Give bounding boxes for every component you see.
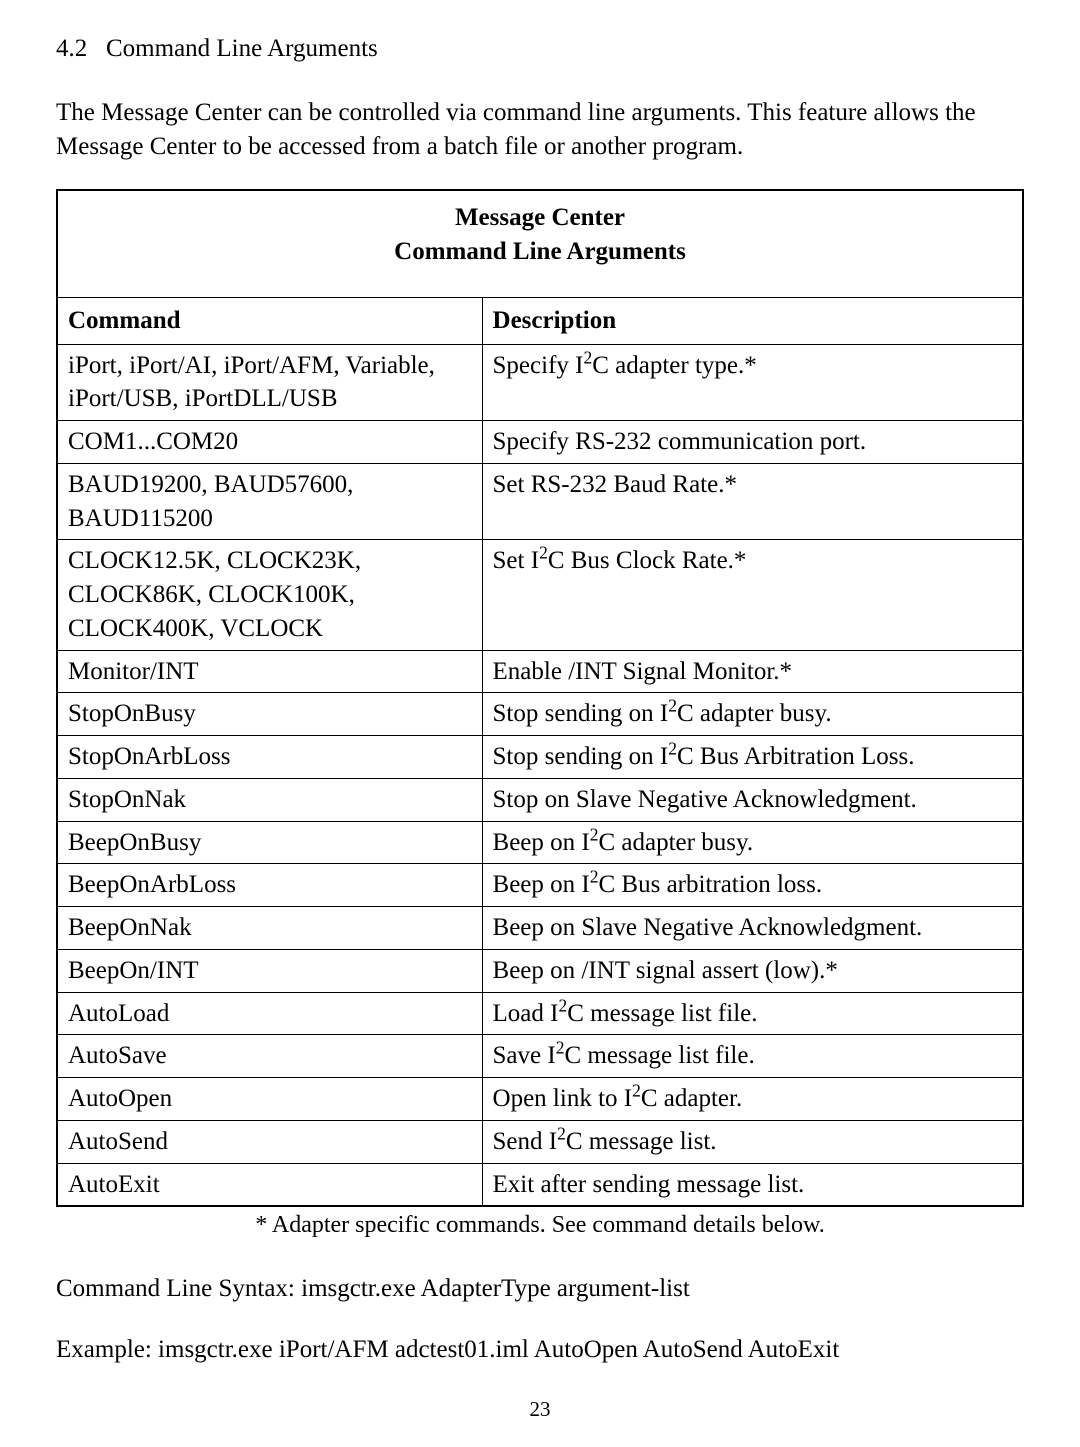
intro-paragraph: The Message Center can be controlled via… bbox=[56, 96, 1024, 164]
description-cell: Stop sending on I2C adapter busy. bbox=[482, 693, 1023, 736]
table-row: iPort, iPort/AI, iPort/AFM, Variable, iP… bbox=[57, 344, 1023, 421]
command-cell: BeepOn/INT bbox=[57, 949, 482, 992]
description-cell: Set RS-232 Baud Rate.* bbox=[482, 463, 1023, 540]
command-cell: iPort, iPort/AI, iPort/AFM, Variable, iP… bbox=[57, 344, 482, 421]
section-heading: 4.2 Command Line Arguments bbox=[56, 32, 1024, 66]
command-arguments-table: Message Center Command Line Arguments Co… bbox=[56, 189, 1024, 1207]
table-row: CLOCK12.5K, CLOCK23K, CLOCK86K, CLOCK100… bbox=[57, 540, 1023, 650]
syntax-line: Command Line Syntax: imsgctr.exe Adapter… bbox=[56, 1272, 1024, 1306]
command-cell: StopOnNak bbox=[57, 778, 482, 821]
table-row: BeepOnArbLossBeep on I2C Bus arbitration… bbox=[57, 864, 1023, 907]
table-header-command: Command bbox=[57, 297, 482, 344]
description-cell: Save I2C message list file. bbox=[482, 1035, 1023, 1078]
command-cell: AutoLoad bbox=[57, 992, 482, 1035]
page-number: 23 bbox=[56, 1395, 1024, 1423]
example-line: Example: imsgctr.exe iPort/AFM adctest01… bbox=[56, 1333, 1024, 1367]
description-cell: Beep on I2C adapter busy. bbox=[482, 821, 1023, 864]
table-row: BeepOn/INTBeep on /INT signal assert (lo… bbox=[57, 949, 1023, 992]
command-cell: BAUD19200, BAUD57600, BAUD115200 bbox=[57, 463, 482, 540]
table-row: BeepOnNakBeep on Slave Negative Acknowle… bbox=[57, 907, 1023, 950]
table-row: COM1...COM20Specify RS-232 communication… bbox=[57, 421, 1023, 464]
command-cell: StopOnBusy bbox=[57, 693, 482, 736]
description-cell: Load I2C message list file. bbox=[482, 992, 1023, 1035]
description-cell: Exit after sending message list. bbox=[482, 1163, 1023, 1206]
table-row: StopOnNakStop on Slave Negative Acknowle… bbox=[57, 778, 1023, 821]
command-cell: AutoExit bbox=[57, 1163, 482, 1206]
table-row: AutoSaveSave I2C message list file. bbox=[57, 1035, 1023, 1078]
description-cell: Stop sending on I2C Bus Arbitration Loss… bbox=[482, 736, 1023, 779]
command-cell: COM1...COM20 bbox=[57, 421, 482, 464]
description-cell: Send I2C message list. bbox=[482, 1120, 1023, 1163]
table-row: BeepOnBusyBeep on I2C adapter busy. bbox=[57, 821, 1023, 864]
table-row: StopOnArbLossStop sending on I2C Bus Arb… bbox=[57, 736, 1023, 779]
description-cell: Specify I2C adapter type.* bbox=[482, 344, 1023, 421]
table-row: AutoSendSend I2C message list. bbox=[57, 1120, 1023, 1163]
command-cell: AutoOpen bbox=[57, 1078, 482, 1121]
description-cell: Beep on I2C Bus arbitration loss. bbox=[482, 864, 1023, 907]
table-title-cell: Message Center Command Line Arguments bbox=[57, 190, 1023, 297]
description-cell: Stop on Slave Negative Acknowledgment. bbox=[482, 778, 1023, 821]
command-cell: BeepOnArbLoss bbox=[57, 864, 482, 907]
command-cell: AutoSend bbox=[57, 1120, 482, 1163]
section-title: Command Line Arguments bbox=[106, 35, 378, 62]
description-cell: Enable /INT Signal Monitor.* bbox=[482, 650, 1023, 693]
table-footnote: * Adapter specific commands. See command… bbox=[56, 1209, 1024, 1241]
table-header-description: Description bbox=[482, 297, 1023, 344]
description-cell: Beep on /INT signal assert (low).* bbox=[482, 949, 1023, 992]
command-cell: CLOCK12.5K, CLOCK23K, CLOCK86K, CLOCK100… bbox=[57, 540, 482, 650]
description-cell: Open link to I2C adapter. bbox=[482, 1078, 1023, 1121]
table-row: BAUD19200, BAUD57600, BAUD115200Set RS-2… bbox=[57, 463, 1023, 540]
command-cell: Monitor/INT bbox=[57, 650, 482, 693]
table-row: AutoLoadLoad I2C message list file. bbox=[57, 992, 1023, 1035]
command-cell: StopOnArbLoss bbox=[57, 736, 482, 779]
section-number: 4.2 bbox=[56, 35, 87, 62]
table-header-row: Command Description bbox=[57, 297, 1023, 344]
table-title-line1: Message Center bbox=[455, 204, 625, 231]
table-title-line2: Command Line Arguments bbox=[394, 238, 686, 265]
table-row: StopOnBusyStop sending on I2C adapter bu… bbox=[57, 693, 1023, 736]
command-cell: AutoSave bbox=[57, 1035, 482, 1078]
description-cell: Beep on Slave Negative Acknowledgment. bbox=[482, 907, 1023, 950]
table-row: AutoExitExit after sending message list. bbox=[57, 1163, 1023, 1206]
command-cell: BeepOnNak bbox=[57, 907, 482, 950]
command-cell: BeepOnBusy bbox=[57, 821, 482, 864]
description-cell: Set I2C Bus Clock Rate.* bbox=[482, 540, 1023, 650]
table-row: AutoOpenOpen link to I2C adapter. bbox=[57, 1078, 1023, 1121]
table-row: Monitor/INTEnable /INT Signal Monitor.* bbox=[57, 650, 1023, 693]
description-cell: Specify RS-232 communication port. bbox=[482, 421, 1023, 464]
